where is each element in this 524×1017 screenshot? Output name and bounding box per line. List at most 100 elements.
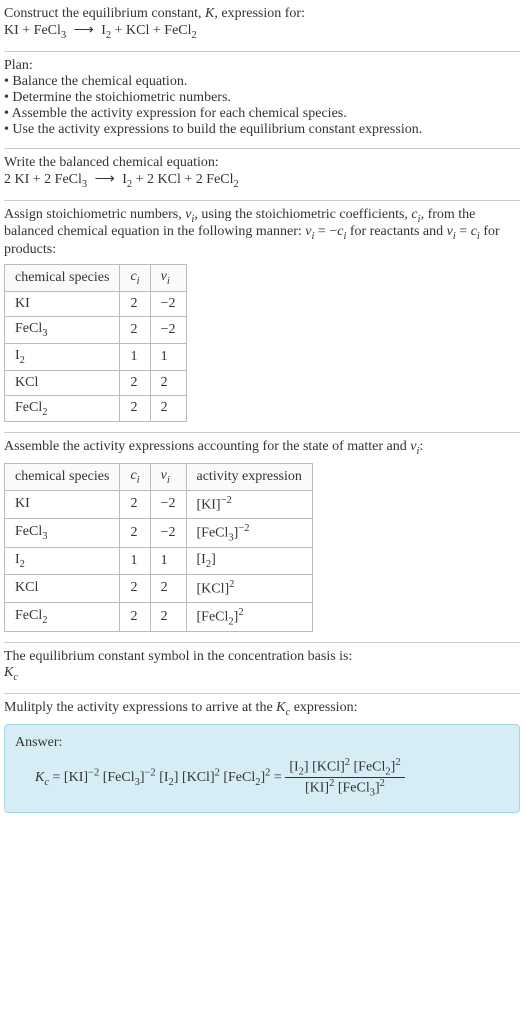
table-row: FeCl3 2 −2 [FeCl3]−2 [5,518,313,547]
sub: 3 [42,328,47,339]
prompt-line: Construct the equilibrium constant, K, e… [4,6,520,22]
rhs: + 2 KCl + 2 FeCl [132,172,233,187]
term: [FeCl [350,759,385,774]
cell-species: FeCl3 [5,518,120,547]
term: [KCl] [178,770,214,785]
col-nui: νi [150,464,186,491]
eq: = [49,770,64,785]
text: FeCl [15,321,42,336]
denominator: [KI]2 [FeCl3]2 [285,778,404,798]
table-row: I2 1 1 [5,343,187,370]
eq: = [270,770,285,785]
heading: The equilibrium constant symbol in the c… [4,649,520,665]
cell-activity: [KCl]2 [186,574,312,602]
text: , using the stoichiometric coefficients, [194,207,411,222]
sub: 2 [234,179,239,190]
term: [FeCl [220,770,255,785]
text: , expression for: [214,6,305,21]
sub: 3 [61,30,66,41]
cell-ci: 1 [120,343,150,370]
arrow-icon: ⟶ [95,171,115,188]
plan-bullet: • Assemble the activity expression for e… [4,106,520,122]
text: expression: [290,700,357,715]
term: [I [289,759,298,774]
cell-activity: [I2] [186,548,312,575]
text: Assemble the activity expressions accoun… [4,439,410,454]
sub-c: c [13,672,18,683]
exp: 2 [238,607,243,618]
sub: 3 [82,179,87,190]
cell-nui: −2 [150,518,186,547]
numerator: [I2] [KCl]2 [FeCl2]2 [285,757,404,778]
unbalanced-equation: KI + FeCl3 ⟶ I2 + KCl + FeCl2 [4,22,520,41]
cell-species: KCl [5,370,120,395]
sub: 2 [20,559,25,570]
text: = − [314,224,337,239]
sub: 2 [192,30,197,41]
sub: 2 [42,615,47,626]
stoichiometric-section: Assign stoichiometric numbers, νi, using… [4,201,520,434]
sub: 3 [42,531,47,542]
text: ] [211,552,216,567]
cell-activity: [FeCl2]2 [186,602,312,631]
sub-i: i [137,276,140,287]
table-row: KCl 2 2 [KCl]2 [5,574,313,602]
cell-ci: 2 [120,490,150,518]
col-species: chemical species [5,265,120,292]
sub-i: i [167,276,170,287]
text: Assign stoichiometric numbers, [4,207,185,222]
cell-ci: 2 [120,316,150,343]
cell-activity: [KI]−2 [186,490,312,518]
table-row: I2 1 1 [I2] [5,548,313,575]
cell-ci: 2 [120,291,150,316]
k: K [276,700,285,715]
problem-statement: Construct the equilibrium constant, K, e… [4,0,520,52]
term: [I [156,770,169,785]
text: [FeCl [197,609,229,624]
cell-nui: 1 [150,343,186,370]
cell-nui: 2 [150,370,186,395]
lhs: KI + FeCl [4,23,61,38]
text: [I [197,552,206,567]
cell-species: KI [5,490,120,518]
kc-symbol-section: The equilibrium constant symbol in the c… [4,643,520,694]
col-ci: ci [120,265,150,292]
cell-species: I2 [5,548,120,575]
exp: −2 [88,767,99,778]
fraction: [I2] [KCl]2 [FeCl2]2[KI]2 [FeCl3]2 [285,757,404,799]
cell-ci: 2 [120,370,150,395]
exp: 2 [229,579,234,590]
sub-i: i [137,475,140,486]
balanced-equation: 2 KI + 2 FeCl3 ⟶ I2 + 2 KCl + 2 FeCl2 [4,171,520,190]
cell-activity: [FeCl3]−2 [186,518,312,547]
term: [KI] [305,781,329,796]
text: = [456,224,471,239]
cell-nui: 2 [150,395,186,422]
k: K [4,665,13,680]
term: [FeCl [334,781,369,796]
cell-ci: 2 [120,395,150,422]
k-symbol: K [205,6,214,21]
k: K [35,770,44,785]
table-row: KCl 2 2 [5,370,187,395]
exp: −2 [145,767,156,778]
cell-ci: 2 [120,574,150,602]
activity-expressions-section: Assemble the activity expressions accoun… [4,433,520,643]
kc-expression-section: Mulitply the activity expressions to arr… [4,694,520,824]
activity-table: chemical species ci νi activity expressi… [4,463,313,632]
cell-nui: −2 [150,291,186,316]
text: Construct the equilibrium constant, [4,6,205,21]
text: : [419,439,423,454]
exp: 2 [380,778,385,789]
cell-species: FeCl3 [5,316,120,343]
cell-species: I2 [5,343,120,370]
lhs: 2 KI + 2 FeCl [4,172,82,187]
answer-box: Answer: Kc = [KI]−2 [FeCl3]−2 [I2] [KCl]… [4,724,520,814]
col-species: chemical species [5,464,120,491]
cell-ci: 2 [120,602,150,631]
text: FeCl [15,400,42,415]
term: [KCl] [309,759,345,774]
answer-label: Answer: [15,735,509,751]
text: [KI] [197,498,221,513]
cell-nui: 2 [150,602,186,631]
